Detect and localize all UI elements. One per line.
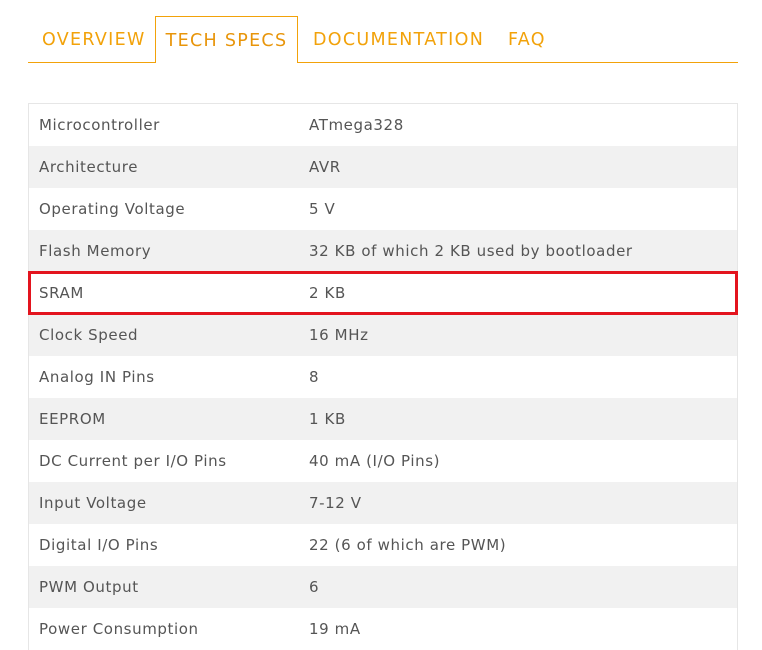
spec-row-sram: SRAM 2 KB [29,272,737,314]
spec-row-digital-io-pins: Digital I/O Pins 22 (6 of which are PWM) [29,524,737,566]
spec-row-dc-current: DC Current per I/O Pins 40 mA (I/O Pins) [29,440,737,482]
spec-row-architecture: Architecture AVR [29,146,737,188]
spec-row-operating-voltage: Operating Voltage 5 V [29,188,737,230]
spec-row-eeprom: EEPROM 1 KB [29,398,737,440]
spec-label: Analog IN Pins [39,368,155,386]
tab-bar: OVERVIEW TECH SPECS DOCUMENTATION FAQ [28,16,738,63]
tech-specs-table: Microcontroller ATmega328 Architecture A… [28,103,738,650]
spec-label: Architecture [39,158,139,176]
spec-value: 32 KB of which 2 KB used by bootloader [309,242,633,260]
spec-label: Input Voltage [39,494,147,512]
spec-value: 22 (6 of which are PWM) [309,536,507,554]
spec-value: 7-12 V [309,494,362,512]
tab-overview[interactable]: OVERVIEW [42,16,146,62]
spec-row-pwm-output: PWM Output 6 [29,566,737,608]
spec-row-analog-in-pins: Analog IN Pins 8 [29,356,737,398]
spec-row-microcontroller: Microcontroller ATmega328 [29,104,737,146]
spec-value: ATmega328 [309,116,404,134]
tab-documentation[interactable]: DOCUMENTATION [313,16,484,62]
tab-faq[interactable]: FAQ [508,16,546,62]
spec-label: Microcontroller [39,116,160,134]
spec-label: PWM Output [39,578,139,596]
spec-label: DC Current per I/O Pins [39,452,227,470]
spec-label: Digital I/O Pins [39,536,159,554]
spec-row-power-consumption: Power Consumption 19 mA [29,608,737,650]
spec-label: SRAM [39,284,84,302]
spec-value: 16 MHz [309,326,369,344]
spec-row-clock-speed: Clock Speed 16 MHz [29,314,737,356]
spec-label: EEPROM [39,410,106,428]
tab-tech-specs[interactable]: TECH SPECS [155,16,298,63]
spec-label: Operating Voltage [39,200,186,218]
spec-row-flash-memory: Flash Memory 32 KB of which 2 KB used by… [29,230,737,272]
spec-label: Flash Memory [39,242,152,260]
spec-row-input-voltage: Input Voltage 7-12 V [29,482,737,524]
spec-value: 5 V [309,200,336,218]
spec-value: AVR [309,158,341,176]
spec-value: 2 KB [309,284,346,302]
spec-value: 19 mA [309,620,361,638]
spec-value: 40 mA (I/O Pins) [309,452,441,470]
spec-label: Clock Speed [39,326,139,344]
spec-value: 1 KB [309,410,346,428]
spec-label: Power Consumption [39,620,199,638]
spec-value: 6 [309,578,320,596]
spec-value: 8 [309,368,320,386]
